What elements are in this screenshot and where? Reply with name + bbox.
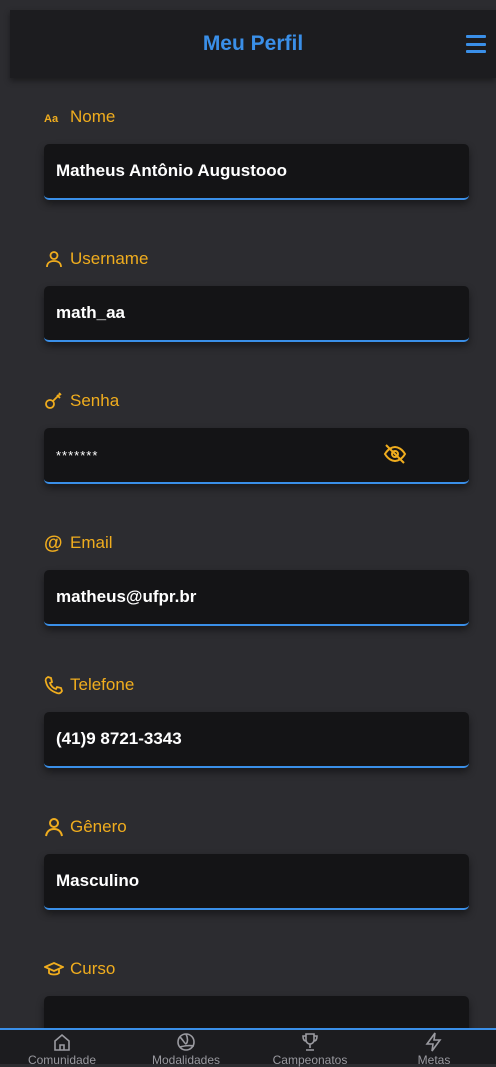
gender-input[interactable]: Masculino [44, 854, 469, 910]
field-senha: Senha ******* [44, 388, 469, 484]
email-input[interactable]: matheus@ufpr.br [44, 570, 469, 626]
label-text: Curso [70, 959, 116, 978]
nome-input[interactable]: Matheus Antônio Augustooo [44, 144, 469, 200]
label-text: Senha [70, 391, 120, 410]
password-value: ******* [56, 447, 99, 463]
nav-comunidade[interactable]: Comunidade [0, 1030, 124, 1067]
label-text: Gênero [70, 817, 127, 836]
menu-bar [466, 50, 486, 53]
field-label: Gênero [44, 814, 469, 840]
nav-label: Modalidades [151, 1053, 221, 1067]
menu-button[interactable] [466, 35, 486, 53]
phone-input[interactable]: (41)9 8721-3343 [44, 712, 469, 768]
field-label: Telefone [44, 672, 469, 698]
lightning-icon [425, 1032, 442, 1052]
label-text: Email [70, 533, 113, 552]
phone-icon [44, 675, 64, 695]
field-label: @ Email [44, 530, 469, 556]
nav-campeonatos[interactable]: Campeonatos [248, 1030, 372, 1067]
graduation-cap-icon [44, 959, 64, 979]
password-input[interactable]: ******* [44, 428, 469, 484]
font-icon: Aa [44, 107, 64, 127]
trophy-icon [302, 1033, 318, 1051]
nav-label: Campeonatos [272, 1053, 348, 1067]
svg-text:Aa: Aa [44, 113, 59, 125]
app-header: Meu Perfil [10, 10, 496, 78]
svg-text:@: @ [44, 533, 63, 553]
page-title: Meu Perfil [202, 32, 304, 55]
field-telefone: Telefone (41)9 8721-3343 [44, 672, 469, 768]
field-username: Username math_aa [44, 246, 469, 342]
key-icon [44, 391, 64, 411]
field-label: Aa Nome [44, 104, 469, 130]
volleyball-icon [177, 1033, 195, 1051]
field-label: Username [44, 246, 469, 272]
course-input[interactable] [44, 996, 469, 1028]
menu-bar [466, 42, 486, 46]
field-genero: Gênero Masculino [44, 814, 469, 910]
nav-modalidades[interactable]: Modalidades [124, 1030, 248, 1067]
nav-metas[interactable]: Metas [372, 1030, 496, 1067]
eye-off-icon[interactable] [383, 442, 407, 466]
field-email: @ Email matheus@ufpr.br [44, 530, 469, 626]
field-nome: Aa Nome Matheus Antônio Augustooo [44, 104, 469, 200]
label-text: Username [70, 249, 149, 268]
field-curso: Curso [44, 956, 469, 1028]
user-icon [44, 249, 64, 269]
menu-bar [466, 35, 486, 38]
home-icon [54, 1033, 70, 1051]
nav-label: Comunidade [27, 1053, 97, 1067]
field-label: Senha [44, 388, 469, 414]
user-icon [44, 817, 64, 837]
at-icon: @ [44, 533, 64, 553]
profile-form: Aa Nome Matheus Antônio Augustooo Userna… [0, 78, 496, 1028]
nav-label: Metas [417, 1053, 451, 1067]
username-input[interactable]: math_aa [44, 286, 469, 342]
field-label: Curso [44, 956, 469, 982]
bottom-navigation: Comunidade Modalidades Campeonatos Metas [0, 1028, 496, 1067]
label-text: Nome [70, 107, 116, 126]
label-text: Telefone [70, 675, 135, 694]
